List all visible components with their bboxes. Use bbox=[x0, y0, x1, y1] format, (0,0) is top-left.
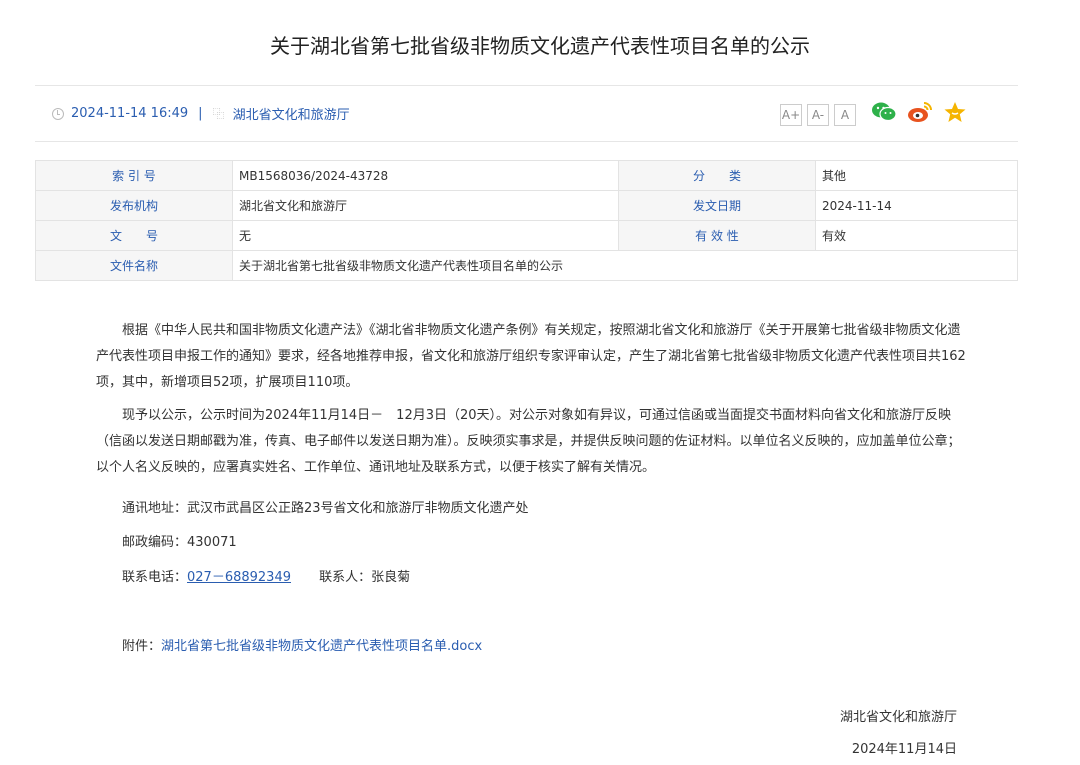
signature-org: 湖北省文化和旅游厅 bbox=[839, 710, 957, 725]
wechat-icon[interactable] bbox=[871, 101, 897, 128]
article-tools: A+ A- A bbox=[780, 101, 977, 128]
phone-line: 联系电话：027－68892349 联系人：张良菊 bbox=[122, 566, 410, 585]
share-bar bbox=[871, 101, 977, 128]
postcode-line: 邮政编码：430071 bbox=[122, 535, 237, 550]
document-info-table: 索 引 号 MB1568036/2024-43728 分 类 其他 发布机构 湖… bbox=[35, 160, 1018, 281]
attachment-line: 附件：湖北省第七批省级非物质文化遗产代表性项目名单.docx bbox=[122, 635, 482, 654]
meta-divider bbox=[35, 141, 1018, 142]
title-divider bbox=[35, 85, 1018, 86]
clock-icon bbox=[52, 107, 64, 120]
meta-separator: | bbox=[198, 106, 203, 121]
weibo-icon[interactable] bbox=[907, 101, 933, 128]
publisher-org: 湖北省文化和旅游厅 bbox=[232, 108, 350, 123]
info-label: 文 号 bbox=[35, 220, 233, 251]
info-label: 发文日期 bbox=[618, 190, 816, 221]
phone-label: 联系电话： bbox=[122, 570, 188, 585]
info-value: 关于湖北省第七批省级非物质文化遗产代表性项目名单的公示 bbox=[232, 250, 1018, 281]
info-label: 发布机构 bbox=[35, 190, 233, 221]
font-default-button[interactable]: A bbox=[834, 103, 856, 126]
article-meta: 2024-11-14 16:49 | ⿻ 湖北省文化和旅游厅 bbox=[52, 104, 350, 123]
article-body: 根据《中华人民共和国非物质文化遗产法》《湖北省非物质文化遗产条例》有关规定，按照… bbox=[96, 318, 966, 488]
phone-link[interactable]: 027－68892349 bbox=[187, 570, 291, 585]
body-paragraph-2: 现予以公示，公示时间为2024年11月14日－ 12月3日（20天）。对公示对象… bbox=[96, 408, 961, 475]
font-large-button[interactable]: A+ bbox=[780, 103, 802, 126]
org-icon: ⿻ bbox=[212, 107, 225, 121]
font-small-button[interactable]: A- bbox=[807, 103, 829, 126]
info-label: 有 效 性 bbox=[618, 220, 816, 251]
info-value: 无 bbox=[232, 220, 619, 251]
signature-date: 2024年11月14日 bbox=[851, 742, 957, 757]
page-title: 关于湖北省第七批省级非物质文化遗产代表性项目名单的公示 bbox=[270, 34, 810, 58]
info-value: 湖北省文化和旅游厅 bbox=[232, 190, 619, 221]
info-value: 有效 bbox=[815, 220, 1018, 251]
attachment-label: 附件： bbox=[122, 639, 162, 654]
info-value: MB1568036/2024-43728 bbox=[232, 160, 619, 191]
table-row: 文件名称 关于湖北省第七批省级非物质文化遗产代表性项目名单的公示 bbox=[35, 250, 1018, 281]
table-row: 发布机构 湖北省文化和旅游厅 发文日期 2024-11-14 bbox=[35, 190, 1018, 221]
body-paragraph-1: 根据《中华人民共和国非物质文化遗产法》《湖北省非物质文化遗产条例》有关规定，按照… bbox=[96, 323, 966, 390]
info-label: 分 类 bbox=[618, 160, 816, 191]
publish-datetime: 2024-11-14 16:49 bbox=[71, 106, 189, 121]
table-row: 文 号 无 有 效 性 有效 bbox=[35, 220, 1018, 251]
info-value: 其他 bbox=[815, 160, 1018, 191]
address-line: 通讯地址：武汉市武昌区公正路23号省文化和旅游厅非物质文化遗产处 bbox=[122, 501, 529, 516]
attachment-link[interactable]: 湖北省第七批省级非物质文化遗产代表性项目名单.docx bbox=[161, 639, 482, 654]
info-label: 文件名称 bbox=[35, 250, 233, 281]
info-value: 2024-11-14 bbox=[815, 190, 1018, 221]
contact-person: 联系人：张良菊 bbox=[319, 570, 411, 585]
info-label: 索 引 号 bbox=[35, 160, 233, 191]
star-icon[interactable] bbox=[943, 101, 967, 128]
table-row: 索 引 号 MB1568036/2024-43728 分 类 其他 bbox=[35, 160, 1018, 191]
